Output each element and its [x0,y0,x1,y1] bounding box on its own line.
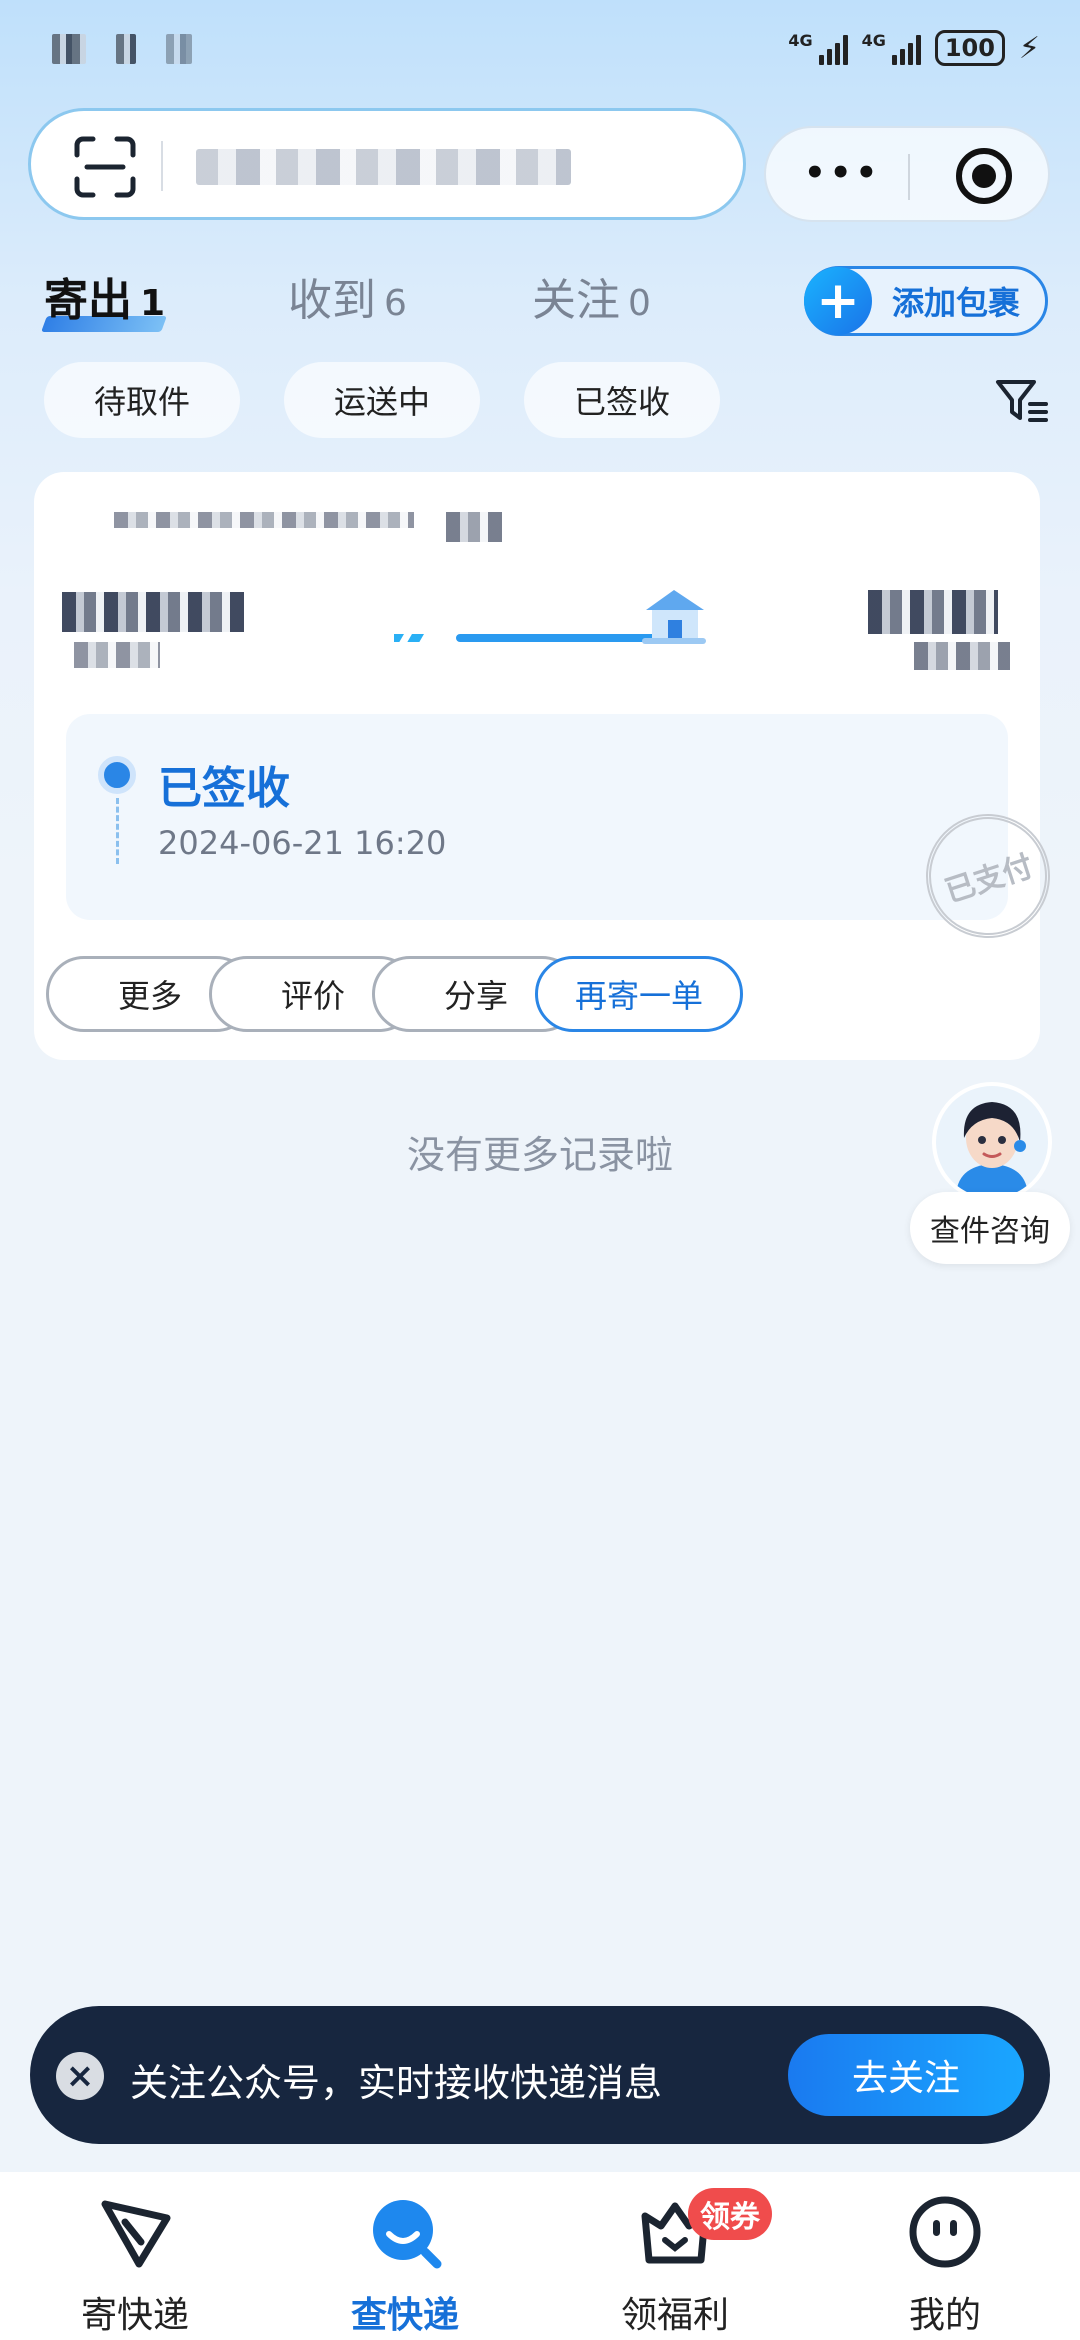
tab-count: 6 [384,283,407,324]
nav-mine[interactable]: 我的 [810,2172,1080,2340]
status-time: 2024-06-21 16:20 [158,824,447,862]
charging-icon: ⚡ [1018,30,1040,66]
add-package-label: 添加包裹 [892,284,1021,322]
tab-following[interactable]: 关注 0 [532,264,651,328]
redacted-tracking-number [114,512,414,528]
nav-send-express[interactable]: 寄快递 [0,2172,270,2340]
search-bar[interactable] [28,108,746,220]
coupon-badge: 领券 [688,2188,772,2240]
more-icon[interactable]: ••• [804,156,881,190]
tab-sent[interactable]: 寄出 1 [41,264,167,332]
nav-label: 我的 [908,2295,981,2336]
paid-stamp: 已支付 [909,797,1067,955]
redacted-origin-city [62,592,244,632]
tab-count: 1 [140,283,166,324]
status-bar: 4G 4G 100 ⚡ [0,0,1080,100]
filter-chip-in-transit[interactable]: 运送中 [284,362,480,438]
signal-icon: 4G [862,31,921,65]
network-type: 4G [861,31,886,50]
status-left-redacted [52,34,192,64]
assistant-avatar [932,1082,1052,1202]
close-target-icon[interactable] [956,148,1012,204]
status-dot-icon [98,756,136,794]
scan-icon[interactable] [73,135,137,199]
package-card[interactable]: 已签收 2024-06-21 16:20 已支付 更多 评价 分享 再寄一单 [34,472,1067,1060]
capsule-divider [908,154,910,200]
filter-chip-pending-pickup[interactable]: 待取件 [44,362,240,438]
assistant-avatar-icon [936,1086,1048,1198]
follow-button[interactable]: 去关注 [788,2034,1024,2116]
follow-account-banner: × 关注公众号，实时接收快递消息 去关注 [30,2006,1050,2144]
route-progress-graphic [394,590,706,644]
redacted-icon [166,34,192,64]
tab-received[interactable]: 收到 6 [288,264,407,328]
send-again-button[interactable]: 再寄一单 [535,956,743,1032]
tab-label: 收到 [288,275,376,326]
customer-service-assistant[interactable]: 查件咨询 [910,1082,1070,1272]
redacted-icon [116,34,136,64]
nav-track-express[interactable]: 查快递 [270,2172,540,2340]
search-smile-icon [373,2200,442,2269]
bottom-navigation: 寄快递 查快递 领券 领福利 我的 [0,2172,1080,2340]
filter-icon[interactable] [994,376,1050,426]
redacted-dest-city [868,590,998,634]
paid-stamp-text: 已支付 [940,848,1038,910]
battery-level: 100 [944,34,995,62]
profile-face-icon [909,2196,981,2268]
nav-label: 寄快递 [80,2295,189,2336]
battery-icon: 100 [934,30,1005,66]
redacted-time [52,34,86,64]
timeline-line [116,798,119,864]
signal-icon: 4G [788,31,848,65]
filter-chip-delivered[interactable]: 已签收 [524,362,720,438]
search-divider [161,141,163,191]
tracking-status-box[interactable]: 已签收 2024-06-21 16:20 已支付 [66,714,1067,955]
paper-plane-icon [101,2200,171,2268]
close-icon[interactable]: × [56,2052,104,2100]
nav-benefits[interactable]: 领券 领福利 [540,2172,810,2340]
tab-count: 0 [628,283,651,324]
redacted-dest-name [914,642,1010,670]
tab-label: 关注 [532,275,620,326]
plus-icon: + [804,267,872,335]
search-input-redacted[interactable] [196,149,571,185]
redacted-carrier [446,512,502,542]
assistant-label: 查件咨询 [910,1192,1070,1264]
nav-label: 查快递 [350,2295,459,2336]
nav-label: 领福利 [620,2295,729,2336]
add-package-button[interactable]: + 添加包裹 [804,266,1048,336]
banner-text: 关注公众号，实时接收快递消息 [130,2061,663,2105]
tab-label: 寄出 [44,275,132,326]
network-type: 4G [788,31,813,50]
status-title: 已签收 [158,763,290,814]
tab-bar: 寄出 1 收到 6 关注 0 [41,264,744,334]
redacted-origin-name [74,642,160,668]
mini-program-capsule: ••• [764,126,1050,222]
